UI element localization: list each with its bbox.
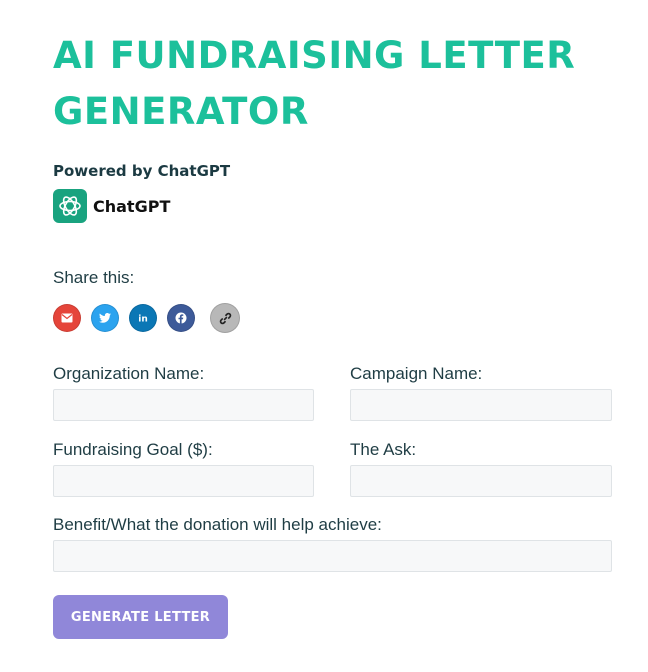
fundraising-goal-label: Fundraising Goal ($): [53,440,213,459]
share-twitter-button[interactable] [91,304,119,332]
envelope-icon [61,313,73,323]
the-ask-label: The Ask: [350,440,417,459]
chatgpt-brand: ChatGPT [53,189,170,223]
generate-letter-button[interactable]: GENERATE LETTER [53,595,228,639]
share-label: Share this: [53,268,135,287]
share-buttons: in [53,303,250,333]
share-facebook-button[interactable] [167,304,195,332]
copy-link-button[interactable] [210,303,240,333]
benefit-label: Benefit/What the donation will help achi… [53,515,382,534]
share-email-button[interactable] [53,304,81,332]
the-ask-input[interactable] [350,465,612,497]
chatgpt-logo-icon [53,189,87,223]
share-linkedin-button[interactable]: in [129,304,157,332]
benefit-input[interactable] [53,540,612,572]
campaign-name-input[interactable] [350,389,612,421]
twitter-bird-icon [99,313,111,323]
organization-name-label: Organization Name: [53,364,205,383]
powered-by-label: Powered by ChatGPT [53,162,231,180]
linkedin-icon: in [138,315,148,325]
organization-name-input[interactable] [53,389,314,421]
link-icon [219,312,231,324]
fundraising-goal-input[interactable] [53,465,314,497]
facebook-icon [175,312,187,324]
svg-text:in: in [138,315,148,325]
page-title: AI FUNDRAISING LETTER GENERATOR [53,34,576,133]
campaign-name-label: Campaign Name: [350,364,483,383]
chatgpt-brand-name: ChatGPT [93,196,171,216]
